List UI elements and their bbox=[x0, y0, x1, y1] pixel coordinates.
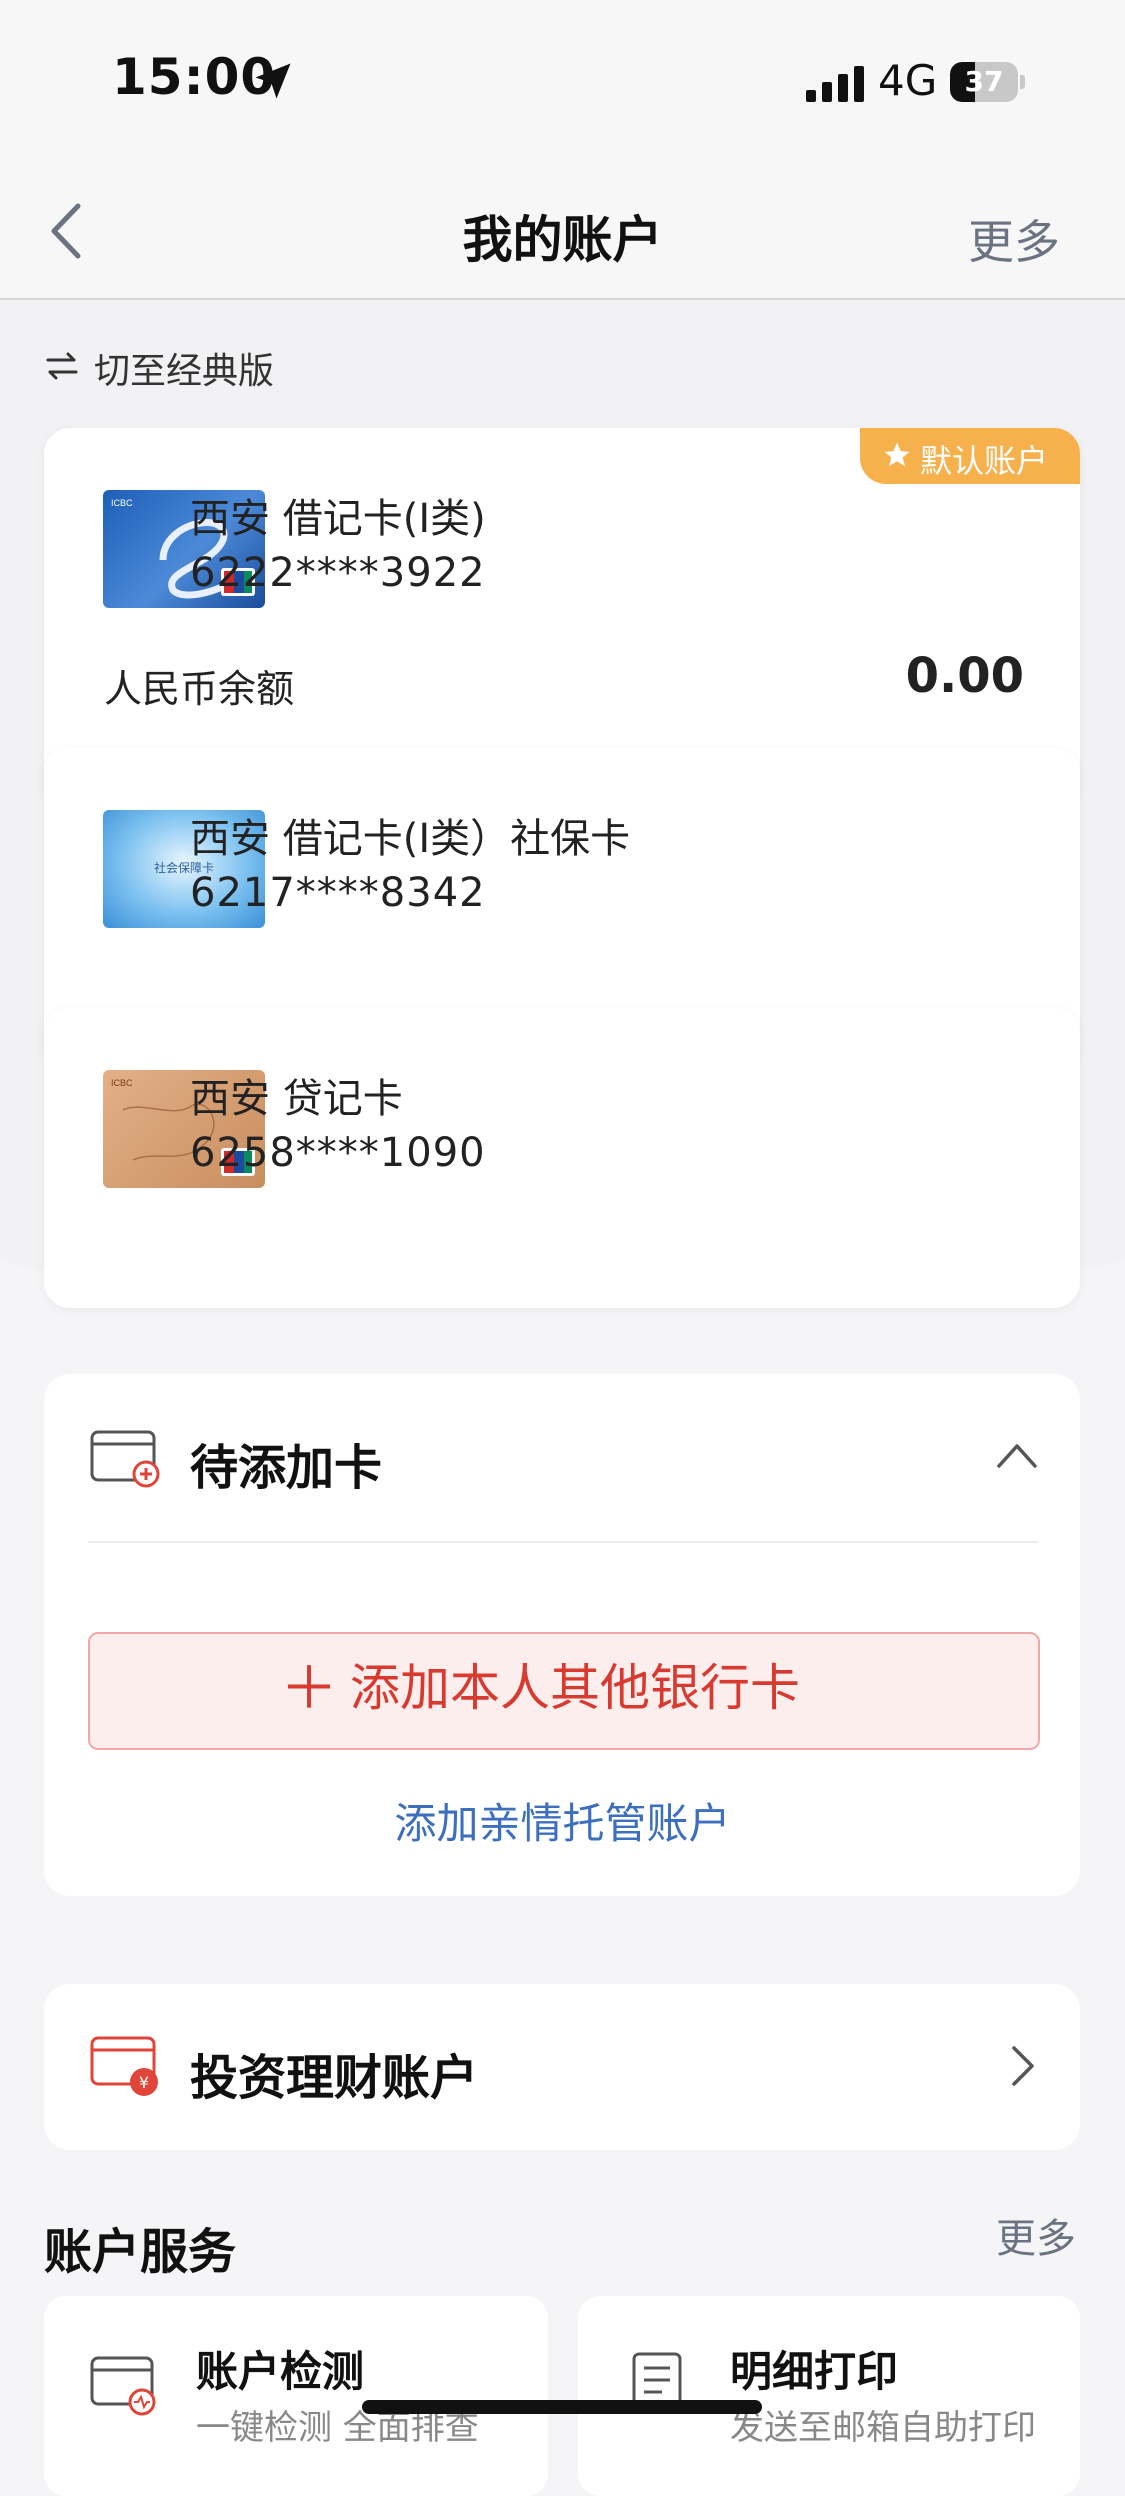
account-check-icon bbox=[90, 2356, 156, 2416]
default-account-badge: 默认账户 bbox=[860, 428, 1080, 484]
page-title: 我的账户 bbox=[462, 211, 663, 269]
plus-icon: ＋ bbox=[280, 1654, 339, 1722]
add-family-account-link[interactable]: 添加亲情托管账户 bbox=[0, 1790, 1125, 1851]
add-card-icon bbox=[90, 1430, 160, 1488]
star-icon bbox=[884, 442, 910, 467]
services-more-button[interactable]: 更多 bbox=[996, 2206, 1076, 2264]
divider bbox=[88, 1541, 1038, 1543]
network-type: 4G bbox=[878, 56, 938, 105]
chevron-right-icon bbox=[1012, 2046, 1034, 2086]
service-title: 账户检测 bbox=[196, 2347, 365, 2396]
service-title: 明细打印 bbox=[730, 2347, 899, 2396]
services-title: 账户服务 bbox=[44, 2224, 237, 2280]
switch-arrows-icon bbox=[46, 352, 78, 380]
investment-icon: ¥ bbox=[90, 2036, 158, 2096]
svg-text:¥: ¥ bbox=[139, 2073, 149, 2092]
account-card-credit[interactable]: ICBC 西安 贷记卡 6258****1090 bbox=[44, 1008, 1080, 1308]
card-title: 西安 贷记卡 bbox=[190, 1076, 403, 1122]
default-badge-label: 默认账户 bbox=[920, 442, 1049, 480]
switch-label: 切至经典版 bbox=[94, 351, 275, 392]
balance-value: 0.00 bbox=[905, 648, 1024, 704]
service-subtitle: 发送至邮箱自助打印 bbox=[730, 2408, 1036, 2448]
add-bank-label: 添加本人其他银行卡 bbox=[350, 1659, 800, 1717]
investment-title: 投资理财账户 bbox=[190, 2050, 479, 2106]
chevron-up-icon[interactable] bbox=[996, 1440, 1038, 1470]
card-number: 6258****1090 bbox=[190, 1130, 486, 1176]
battery-icon: 37 bbox=[950, 62, 1026, 102]
card-number: 6222****3922 bbox=[190, 550, 486, 596]
add-other-bank-card-button[interactable]: ＋ 添加本人其他银行卡 bbox=[88, 1632, 1040, 1750]
card-number: 6217****8342 bbox=[190, 870, 486, 916]
home-indicator[interactable] bbox=[362, 2400, 762, 2414]
nav-more-button[interactable]: 更多 bbox=[968, 206, 1060, 272]
pending-add-title: 待添加卡 bbox=[190, 1440, 383, 1496]
svg-text:ICBC: ICBC bbox=[111, 1078, 133, 1088]
cellular-signal-icon bbox=[806, 66, 864, 102]
svg-text:ICBC: ICBC bbox=[111, 498, 133, 508]
battery-percent: 37 bbox=[964, 65, 1004, 98]
balance-label: 人民币余额 bbox=[104, 667, 295, 711]
card-title: 西安 借记卡(Ⅰ类) bbox=[190, 496, 486, 542]
card-title: 西安 借记卡(Ⅰ类）社保卡 bbox=[190, 816, 631, 862]
location-arrow-icon bbox=[255, 63, 291, 99]
